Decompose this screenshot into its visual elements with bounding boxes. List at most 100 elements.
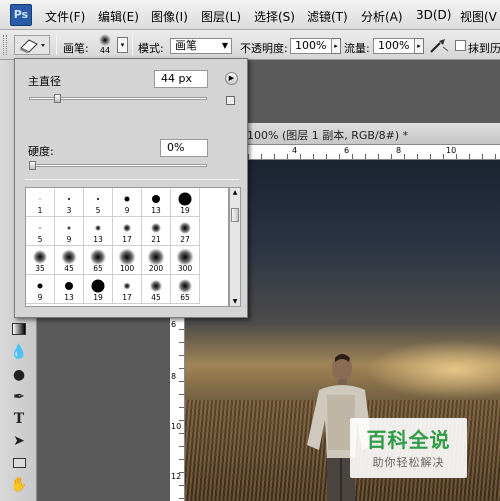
opacity-dropdown[interactable]: ▸: [332, 38, 341, 54]
brush-tip[interactable]: 200: [142, 246, 171, 275]
flow-input[interactable]: 100%: [373, 38, 415, 54]
brush-tips-scrollbar[interactable]: ▲ ▼: [229, 187, 241, 307]
brush-preset-picker: 主直径 44 px ▶ 硬度: 0% 1 3 5 9 13 19 5 9 13 17 21 27 35 4…: [14, 58, 248, 318]
ruler-label: 8: [171, 372, 177, 381]
airbrush-icon[interactable]: [428, 37, 450, 55]
soft-brush-icon: [61, 249, 77, 265]
scroll-down-icon[interactable]: ▼: [231, 298, 239, 305]
photoshop-logo[interactable]: Ps: [10, 4, 32, 26]
soft-brush-icon: [95, 225, 101, 231]
brush-tip-size: 45: [64, 264, 74, 273]
brush-tip[interactable]: 300: [171, 246, 200, 275]
hardness-input[interactable]: 0%: [160, 139, 208, 157]
menu-item[interactable]: 滤镜(T): [307, 8, 348, 25]
type-tool-icon[interactable]: T: [8, 408, 30, 430]
path-selection-icon[interactable]: ➤: [8, 430, 30, 452]
menu-item[interactable]: 文件(F): [45, 8, 85, 25]
brush-tip[interactable]: 9: [113, 188, 142, 217]
brush-tip[interactable]: 100: [113, 246, 142, 275]
erase-history-checkbox[interactable]: [455, 40, 466, 51]
brush-tip[interactable]: 45: [55, 246, 84, 275]
divider: [25, 179, 239, 180]
soft-brush-icon: [176, 248, 194, 266]
hardness-slider-track[interactable]: [29, 164, 207, 167]
menu-item[interactable]: 图层(L): [201, 8, 241, 25]
brush-tip[interactable]: 9: [26, 275, 55, 304]
soft-brush-icon: [150, 280, 162, 292]
menu-item[interactable]: 编辑(E): [98, 8, 139, 25]
master-diameter-input[interactable]: 44 px: [154, 70, 208, 88]
brush-tip[interactable]: 3: [55, 188, 84, 217]
brush-tip[interactable]: 19: [84, 275, 113, 304]
brush-tip[interactable]: 1: [26, 188, 55, 217]
ruler-label: 12: [171, 472, 182, 481]
menu-item[interactable]: 分析(A): [361, 8, 403, 25]
brush-tip[interactable]: 13: [142, 188, 171, 217]
menu-item[interactable]: 视图(V: [460, 8, 497, 25]
diameter-slider-thumb[interactable]: [54, 94, 62, 103]
hand-tool-icon[interactable]: ✋: [8, 474, 30, 496]
brush-tip[interactable]: 65: [84, 246, 113, 275]
menu-item[interactable]: 3D(D): [416, 8, 451, 22]
hardness-label: 硬度:: [28, 145, 54, 158]
brush-tip[interactable]: 5: [26, 217, 55, 246]
eraser-icon: [20, 39, 45, 53]
separator: [56, 35, 57, 55]
dodge-tool-icon[interactable]: ●: [8, 364, 30, 386]
soft-brush-dot-icon: [99, 34, 111, 46]
brush-tip-size: 100: [119, 264, 135, 273]
panel-menu-icon[interactable]: ▶: [225, 72, 238, 85]
brush-tip-size: 65: [93, 264, 103, 273]
menu-item[interactable]: 图像(I): [151, 8, 188, 25]
blur-tool-icon[interactable]: 💧: [8, 341, 30, 363]
brush-tip[interactable]: 5: [84, 188, 113, 217]
brush-tip-size: 5: [37, 235, 43, 244]
brush-tip-size: 9: [37, 293, 43, 302]
ruler-label: 10: [446, 146, 457, 155]
flow-dropdown[interactable]: ▸: [415, 38, 424, 54]
menu-item[interactable]: 选择(S): [254, 8, 295, 25]
brush-tip[interactable]: 17: [113, 275, 142, 304]
brush-tip[interactable]: 35: [26, 246, 55, 275]
soft-brush-icon: [123, 224, 131, 232]
mode-select[interactable]: 画笔 ▼: [170, 38, 232, 54]
brush-tip[interactable]: 17: [113, 217, 142, 246]
hard-brush-icon: [37, 283, 43, 289]
brush-tip[interactable]: 65: [171, 275, 200, 304]
pen-tool-icon[interactable]: ✒: [8, 386, 30, 408]
hard-brush-icon: [124, 196, 130, 202]
hard-brush-icon: [97, 198, 99, 200]
brush-tip[interactable]: 13: [55, 275, 84, 304]
hard-brush-icon: [178, 192, 192, 206]
scroll-thumb[interactable]: [231, 208, 239, 222]
master-diameter-label: 主直径: [28, 75, 61, 88]
sunset-glow: [365, 340, 500, 400]
soft-brush-icon: [178, 279, 192, 293]
reset-size-icon[interactable]: [226, 96, 235, 105]
brush-tip-size: 17: [122, 235, 132, 244]
soft-brush-icon: [179, 222, 191, 234]
brush-picker-toggle[interactable]: ▾: [117, 37, 128, 53]
soft-brush-icon: [123, 282, 131, 290]
opacity-input[interactable]: 100%: [290, 38, 332, 54]
erase-history-label: 抹到历: [468, 42, 500, 55]
brush-tip-size: 200: [148, 264, 164, 273]
hard-brush-icon: [65, 282, 73, 290]
brush-tip[interactable]: 13: [84, 217, 113, 246]
brush-tip-size: 13: [64, 293, 74, 302]
tool-preset-picker[interactable]: [14, 35, 50, 55]
brush-tip[interactable]: 27: [171, 217, 200, 246]
scroll-up-icon[interactable]: ▲: [231, 189, 239, 196]
brush-tip[interactable]: 45: [142, 275, 171, 304]
brush-tip[interactable]: 19: [171, 188, 200, 217]
brush-tip-size: 300: [177, 264, 193, 273]
brush-tip[interactable]: 9: [55, 217, 84, 246]
gradient-tool-icon[interactable]: [8, 318, 30, 340]
rectangle-tool-icon[interactable]: [8, 452, 30, 474]
hardness-slider-thumb[interactable]: [29, 161, 36, 170]
watermark-title: 百科全说: [366, 428, 451, 452]
brush-label: 画笔:: [63, 42, 89, 55]
brush-tip[interactable]: 21: [142, 217, 171, 246]
options-grip[interactable]: [3, 35, 7, 55]
brush-preview[interactable]: 44: [95, 33, 115, 57]
